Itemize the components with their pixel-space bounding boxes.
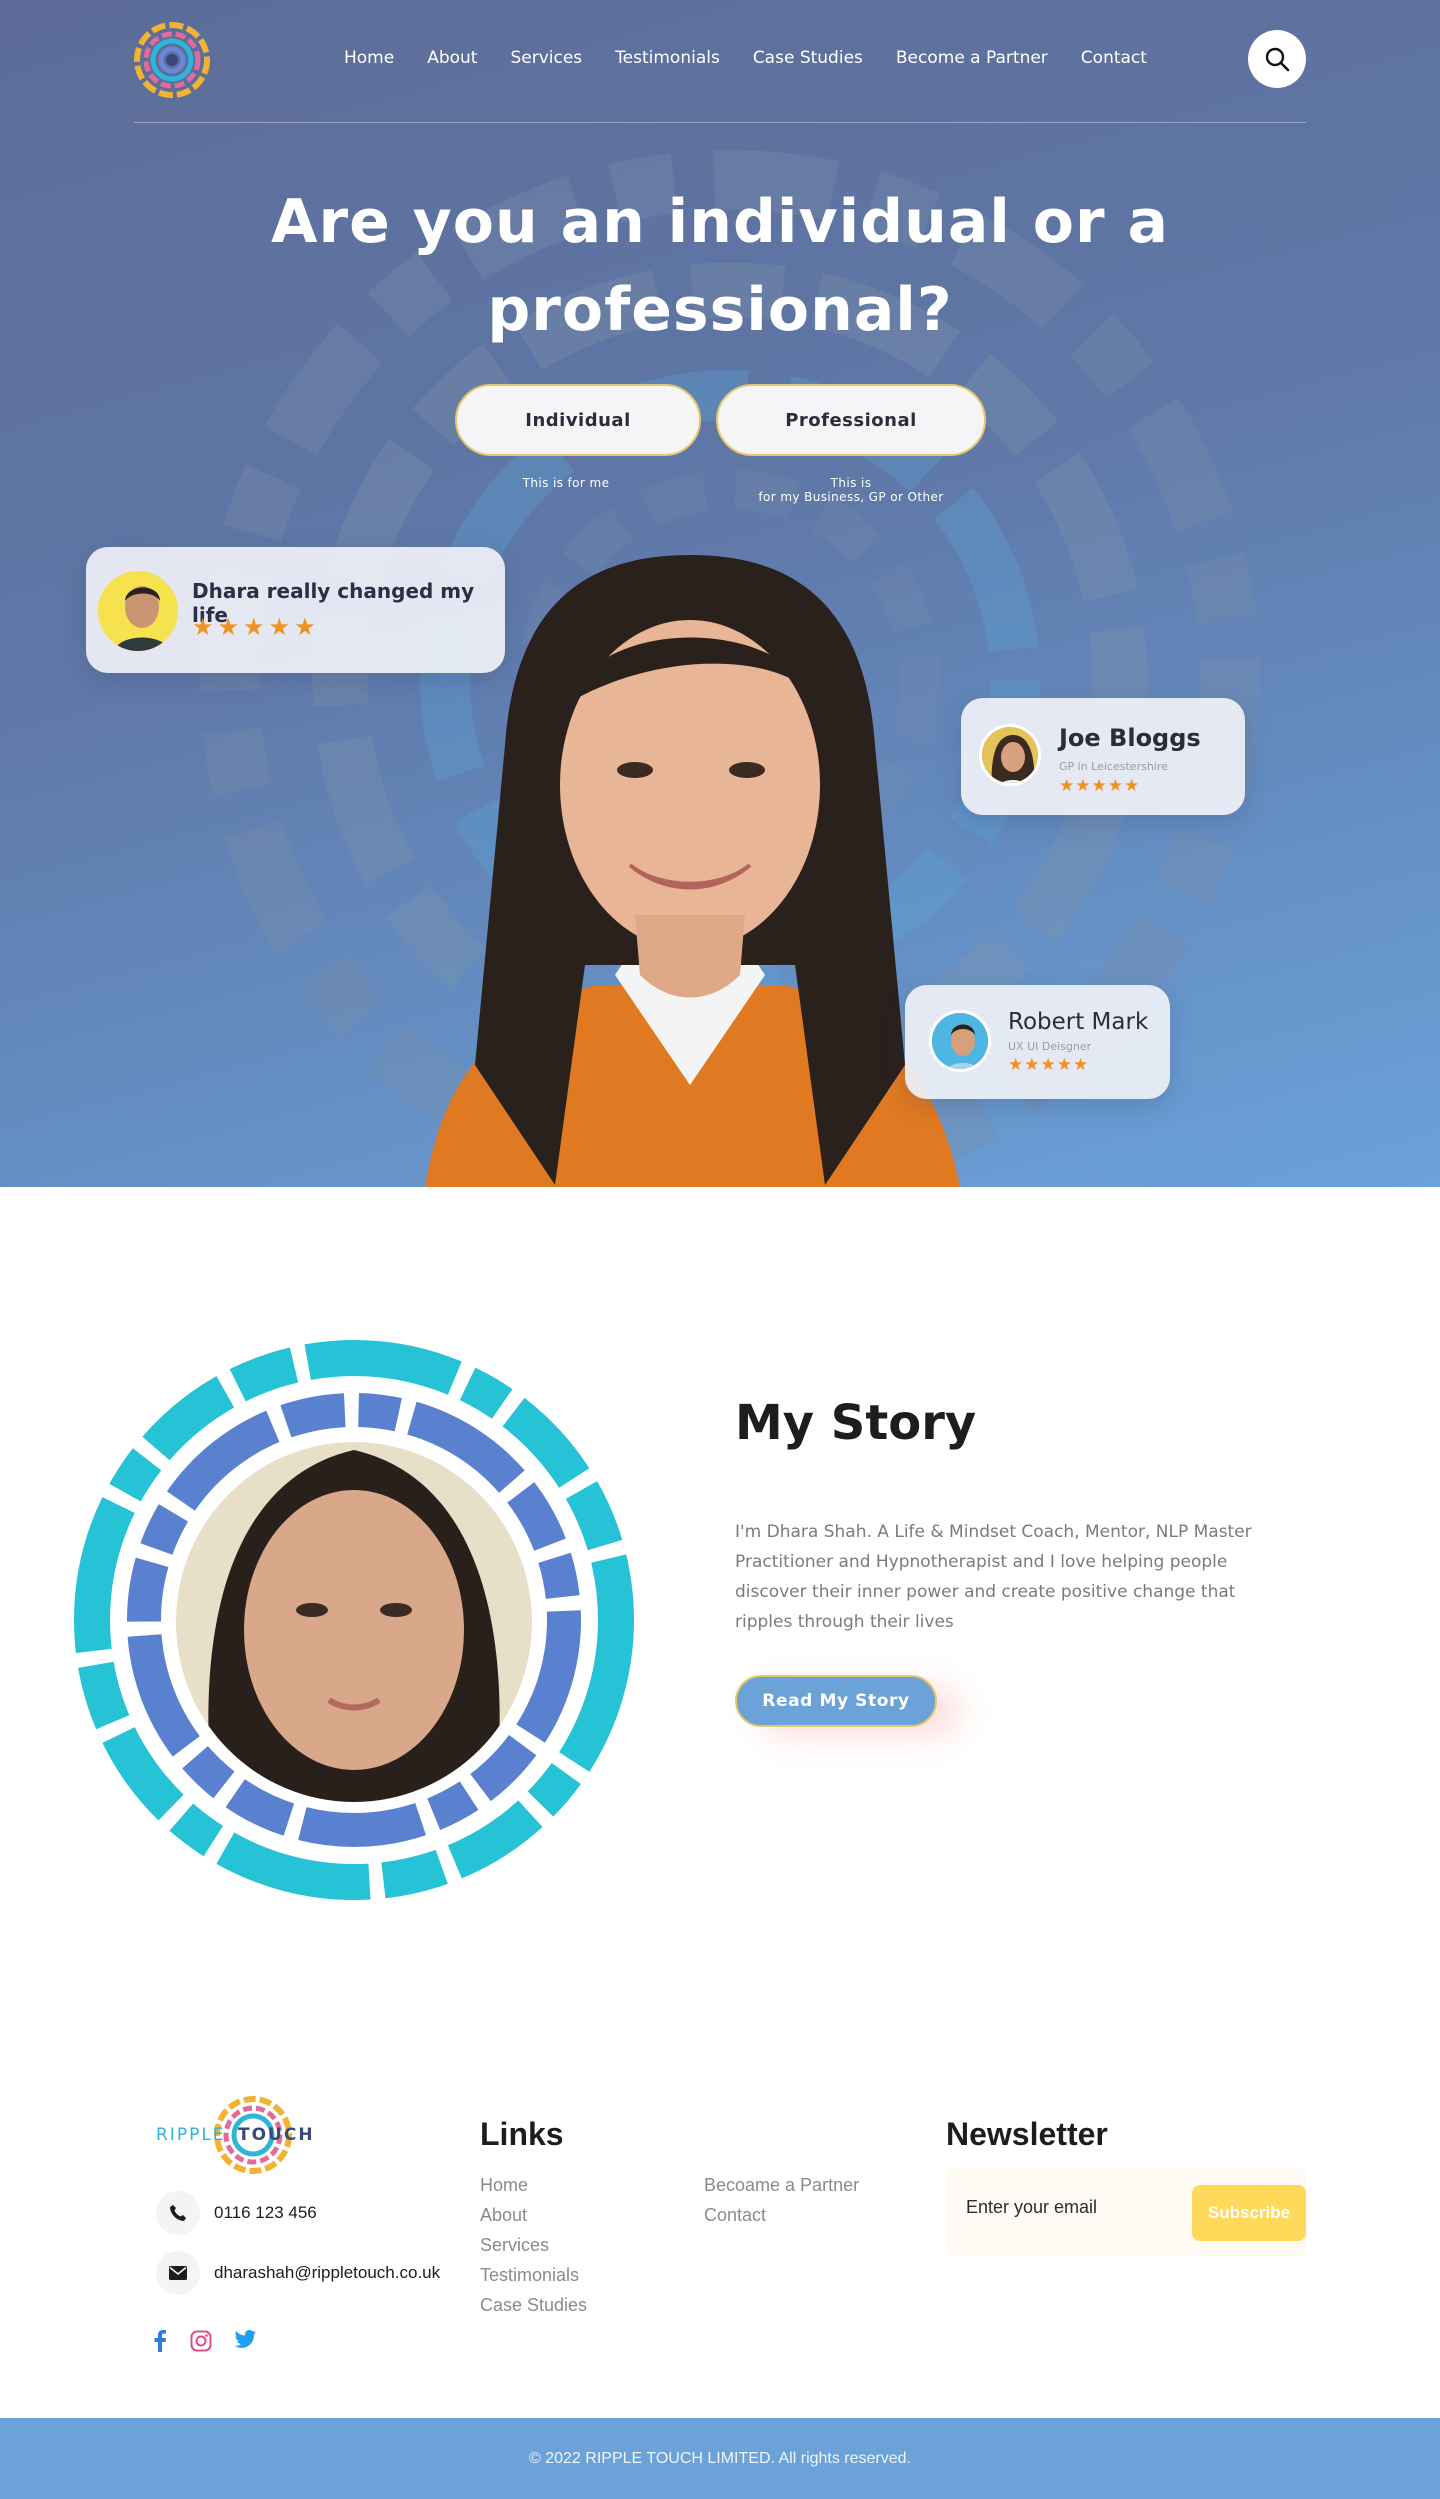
footer-logo-text-ripple: RIPPLE bbox=[156, 2125, 226, 2145]
envelope-icon bbox=[156, 2251, 200, 2295]
top-navigation: Home About Services Testimonials Case St… bbox=[134, 0, 1306, 123]
reviewer-avatar bbox=[98, 571, 178, 651]
copyright-bar: © 2022 RIPPLE TOUCH LIMITED. All rights … bbox=[0, 2418, 1440, 2499]
review-stars: ★★★★★ bbox=[1059, 776, 1141, 795]
hero-section: Home About Services Testimonials Case St… bbox=[0, 0, 1440, 1187]
main-menu: Home About Services Testimonials Case St… bbox=[344, 48, 1180, 68]
story-title: My Story bbox=[735, 1395, 977, 1451]
instagram-icon[interactable] bbox=[190, 2330, 212, 2352]
nav-home[interactable]: Home bbox=[344, 48, 394, 68]
footer-link-about[interactable]: About bbox=[480, 2200, 587, 2230]
footer-link-testimonials[interactable]: Testimonials bbox=[480, 2260, 587, 2290]
reviewer-avatar-image bbox=[982, 727, 1038, 783]
facebook-icon[interactable] bbox=[152, 2330, 168, 2352]
footer-link-home[interactable]: Home bbox=[480, 2170, 587, 2200]
social-links bbox=[152, 2330, 256, 2352]
twitter-icon[interactable] bbox=[234, 2330, 256, 2348]
footer-link-case-studies[interactable]: Case Studies bbox=[480, 2290, 587, 2320]
nav-case-studies[interactable]: Case Studies bbox=[753, 48, 863, 68]
individual-button[interactable]: Individual bbox=[455, 384, 701, 456]
reviewer-avatar-image bbox=[932, 1013, 988, 1069]
individual-caption: This is for me bbox=[522, 476, 610, 490]
subscribe-button[interactable]: Subscribe bbox=[1192, 2185, 1306, 2241]
phone-number: 0116 123 456 bbox=[214, 2203, 317, 2222]
reviewer-avatar-image bbox=[98, 571, 178, 651]
reviewer-name: Joe Bloggs bbox=[1059, 724, 1201, 752]
hero-title-line-2: professional? bbox=[487, 275, 953, 345]
reviewer-avatar bbox=[929, 1010, 991, 1072]
nav-testimonials[interactable]: Testimonials bbox=[615, 48, 720, 68]
nav-contact[interactable]: Contact bbox=[1081, 48, 1147, 68]
story-portrait-ring-image bbox=[74, 1340, 634, 1900]
email-address: dharashah@rippletouch.co.uk bbox=[214, 2263, 441, 2282]
footer-links-column-2: Becoame a Partner Contact bbox=[704, 2170, 859, 2230]
newsletter-heading: Newsletter bbox=[946, 2116, 1108, 2152]
story-description: I'm Dhara Shah. A Life & Mindset Coach, … bbox=[735, 1522, 1252, 1632]
ripple-touch-logo-icon[interactable] bbox=[134, 22, 210, 98]
links-heading: Links bbox=[480, 2116, 564, 2152]
professional-button[interactable]: Professional bbox=[716, 384, 986, 456]
professional-caption: This is for my Business, GP or Other bbox=[716, 476, 986, 504]
newsletter-email-input[interactable] bbox=[966, 2197, 1166, 2218]
footer-link-become-partner[interactable]: Becoame a Partner bbox=[704, 2170, 859, 2200]
hero-title-line-1: Are you an individual or a bbox=[271, 187, 1169, 257]
read-my-story-button[interactable]: Read My Story bbox=[735, 1675, 937, 1727]
professional-caption-line-1: This is bbox=[830, 476, 872, 490]
footer-link-contact[interactable]: Contact bbox=[704, 2200, 859, 2230]
footer-logo-text-touch: TOUCH bbox=[238, 2125, 315, 2145]
professional-caption-line-2: for my Business, GP or Other bbox=[758, 490, 944, 504]
hero-title: Are you an individual or a professional? bbox=[220, 178, 1220, 354]
review-stars: ★★★★★ bbox=[1008, 1055, 1090, 1074]
reviewer-role: UX UI Deisgner bbox=[1008, 1040, 1092, 1053]
review-card-joe-bloggs: Joe Bloggs GP in Leicestershire ★★★★★ bbox=[961, 698, 1245, 815]
reviewer-name: Robert Mark bbox=[1008, 1009, 1149, 1035]
review-card-robert-mark: Robert Mark UX UI Deisgner ★★★★★ bbox=[905, 985, 1170, 1099]
search-icon bbox=[1265, 47, 1290, 72]
footer-link-services[interactable]: Services bbox=[480, 2230, 587, 2260]
copyright-text: © 2022 RIPPLE TOUCH LIMITED. All rights … bbox=[529, 2449, 911, 2467]
review-card-dhara: Dhara really changed my life ★★★★★ bbox=[86, 547, 505, 673]
phone-icon bbox=[156, 2191, 200, 2235]
footer-links-column-1: Home About Services Testimonials Case St… bbox=[480, 2170, 587, 2320]
reviewer-avatar bbox=[979, 724, 1041, 786]
footer-logo[interactable]: RIPPLE TOUCH bbox=[156, 2095, 313, 2175]
newsletter-form: Subscribe bbox=[946, 2167, 1306, 2257]
search-button[interactable] bbox=[1248, 30, 1306, 88]
contact-phone[interactable]: 0116 123 456 bbox=[156, 2191, 317, 2235]
nav-about[interactable]: About bbox=[427, 48, 477, 68]
reviewer-role: GP in Leicestershire bbox=[1059, 760, 1168, 773]
nav-become-partner[interactable]: Become a Partner bbox=[896, 48, 1048, 68]
nav-services[interactable]: Services bbox=[510, 48, 582, 68]
contact-email[interactable]: dharashah@rippletouch.co.uk bbox=[156, 2251, 440, 2295]
review-stars: ★★★★★ bbox=[192, 614, 320, 641]
